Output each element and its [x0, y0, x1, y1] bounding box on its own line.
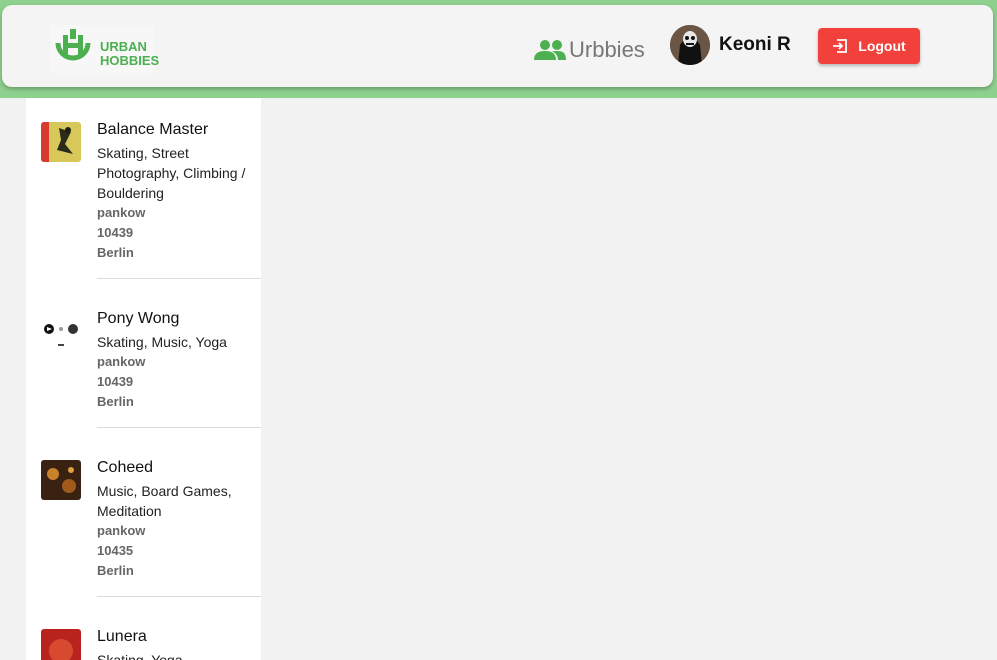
avatar [41, 629, 81, 660]
logout-label: Logout [858, 38, 906, 54]
urbbie-hobbies: Music, Board Games, Meditation [97, 483, 232, 519]
urbbie-city: Berlin [97, 563, 134, 578]
urbbie-hobbies: Skating, Street Photography, Climbing / … [97, 145, 246, 201]
user-profile[interactable]: Keoni R [670, 25, 791, 65]
urbbie-city: Berlin [97, 394, 134, 409]
logo-mark-icon [55, 29, 91, 61]
urbbie-district: pankow [97, 354, 146, 369]
urbbie-name: Coheed [97, 459, 154, 476]
divider [97, 427, 261, 428]
logo-text: URBAN HOBBIES [100, 40, 159, 68]
logo-text-line2: HOBBIES [100, 53, 160, 68]
avatar [41, 122, 81, 162]
urbbie-district: pankow [97, 205, 146, 220]
people-icon [534, 40, 566, 60]
urbbie-hobbies: Skating, Yoga [97, 652, 183, 660]
user-name: Keoni R [719, 34, 791, 55]
urban-hobbies-logo[interactable]: URBAN HOBBIES [50, 25, 159, 73]
urbbie-hobbies: Skating, Music, Yoga [97, 334, 227, 350]
urbbie-zip: 10435 [97, 543, 134, 558]
urbbie-district: pankow [97, 523, 146, 538]
urbbies-list: Balance Master Skating, Street Photograp… [26, 98, 261, 660]
user-avatar [670, 25, 710, 65]
urbbie-name: Balance Master [97, 121, 209, 138]
avatar [41, 311, 81, 351]
divider [97, 596, 261, 597]
urbbie-name: Lunera [97, 628, 147, 645]
avatar [41, 460, 81, 500]
urbbie-name: Pony Wong [97, 310, 180, 327]
logout-button[interactable]: Logout [818, 28, 920, 64]
urbbies-label: Urbbies [569, 37, 645, 62]
logo-text-line1: URBAN [100, 39, 147, 54]
urbbie-zip: 10439 [97, 374, 134, 389]
logout-icon [833, 39, 848, 53]
urbbie-zip: 10439 [97, 225, 134, 240]
urbbies-nav-link[interactable]: Urbbies [533, 35, 645, 65]
app-header: URBAN HOBBIES Urbbies Keoni R Logout [2, 5, 993, 87]
divider [97, 278, 261, 279]
urbbie-city: Berlin [97, 245, 134, 260]
